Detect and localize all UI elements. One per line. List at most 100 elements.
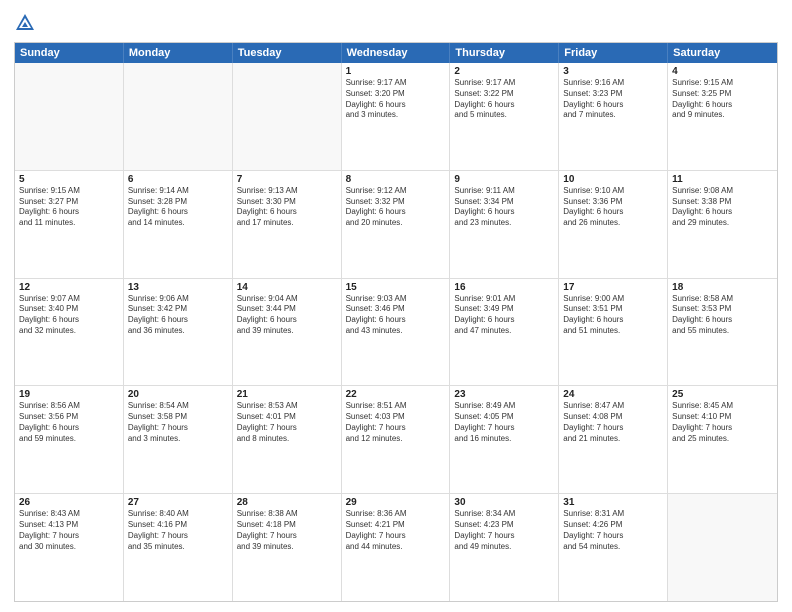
cell-text: Sunrise: 8:53 AMSunset: 4:01 PMDaylight:… <box>237 401 337 444</box>
cell-text: Sunrise: 8:56 AMSunset: 3:56 PMDaylight:… <box>19 401 119 444</box>
day-number: 13 <box>128 282 228 293</box>
calendar-cell: 6Sunrise: 9:14 AMSunset: 3:28 PMDaylight… <box>124 171 233 278</box>
logo <box>14 12 38 34</box>
calendar-cell: 27Sunrise: 8:40 AMSunset: 4:16 PMDayligh… <box>124 494 233 601</box>
calendar-cell: 30Sunrise: 8:34 AMSunset: 4:23 PMDayligh… <box>450 494 559 601</box>
calendar-cell: 3Sunrise: 9:16 AMSunset: 3:23 PMDaylight… <box>559 63 668 170</box>
day-number: 18 <box>672 282 773 293</box>
calendar-cell: 11Sunrise: 9:08 AMSunset: 3:38 PMDayligh… <box>668 171 777 278</box>
cell-text: Sunrise: 8:43 AMSunset: 4:13 PMDaylight:… <box>19 509 119 552</box>
calendar-cell: 10Sunrise: 9:10 AMSunset: 3:36 PMDayligh… <box>559 171 668 278</box>
calendar-cell: 23Sunrise: 8:49 AMSunset: 4:05 PMDayligh… <box>450 386 559 493</box>
cell-text: Sunrise: 9:03 AMSunset: 3:46 PMDaylight:… <box>346 294 446 337</box>
day-number: 1 <box>346 66 446 77</box>
cell-text: Sunrise: 8:45 AMSunset: 4:10 PMDaylight:… <box>672 401 773 444</box>
calendar-cell: 14Sunrise: 9:04 AMSunset: 3:44 PMDayligh… <box>233 279 342 386</box>
day-number: 20 <box>128 389 228 400</box>
calendar-cell: 4Sunrise: 9:15 AMSunset: 3:25 PMDaylight… <box>668 63 777 170</box>
calendar-cell: 25Sunrise: 8:45 AMSunset: 4:10 PMDayligh… <box>668 386 777 493</box>
day-number: 21 <box>237 389 337 400</box>
day-number: 14 <box>237 282 337 293</box>
calendar-cell: 2Sunrise: 9:17 AMSunset: 3:22 PMDaylight… <box>450 63 559 170</box>
day-number: 17 <box>563 282 663 293</box>
cell-text: Sunrise: 8:38 AMSunset: 4:18 PMDaylight:… <box>237 509 337 552</box>
day-number: 28 <box>237 497 337 508</box>
cell-text: Sunrise: 9:14 AMSunset: 3:28 PMDaylight:… <box>128 186 228 229</box>
calendar-week-3: 12Sunrise: 9:07 AMSunset: 3:40 PMDayligh… <box>15 279 777 387</box>
calendar-cell: 18Sunrise: 8:58 AMSunset: 3:53 PMDayligh… <box>668 279 777 386</box>
header-day-saturday: Saturday <box>668 43 777 63</box>
day-number: 31 <box>563 497 663 508</box>
day-number: 3 <box>563 66 663 77</box>
cell-text: Sunrise: 9:12 AMSunset: 3:32 PMDaylight:… <box>346 186 446 229</box>
day-number: 15 <box>346 282 446 293</box>
calendar-cell: 1Sunrise: 9:17 AMSunset: 3:20 PMDaylight… <box>342 63 451 170</box>
calendar-cell: 21Sunrise: 8:53 AMSunset: 4:01 PMDayligh… <box>233 386 342 493</box>
cell-text: Sunrise: 8:47 AMSunset: 4:08 PMDaylight:… <box>563 401 663 444</box>
calendar-cell: 9Sunrise: 9:11 AMSunset: 3:34 PMDaylight… <box>450 171 559 278</box>
day-number: 26 <box>19 497 119 508</box>
calendar-cell: 17Sunrise: 9:00 AMSunset: 3:51 PMDayligh… <box>559 279 668 386</box>
cell-text: Sunrise: 9:16 AMSunset: 3:23 PMDaylight:… <box>563 78 663 121</box>
cell-text: Sunrise: 9:04 AMSunset: 3:44 PMDaylight:… <box>237 294 337 337</box>
cell-text: Sunrise: 8:34 AMSunset: 4:23 PMDaylight:… <box>454 509 554 552</box>
calendar-cell: 7Sunrise: 9:13 AMSunset: 3:30 PMDaylight… <box>233 171 342 278</box>
header-day-monday: Monday <box>124 43 233 63</box>
cell-text: Sunrise: 8:40 AMSunset: 4:16 PMDaylight:… <box>128 509 228 552</box>
calendar-cell: 26Sunrise: 8:43 AMSunset: 4:13 PMDayligh… <box>15 494 124 601</box>
calendar-cell: 22Sunrise: 8:51 AMSunset: 4:03 PMDayligh… <box>342 386 451 493</box>
day-number: 22 <box>346 389 446 400</box>
header-day-thursday: Thursday <box>450 43 559 63</box>
header-day-tuesday: Tuesday <box>233 43 342 63</box>
calendar: SundayMondayTuesdayWednesdayThursdayFrid… <box>14 42 778 602</box>
cell-text: Sunrise: 8:49 AMSunset: 4:05 PMDaylight:… <box>454 401 554 444</box>
cell-text: Sunrise: 9:17 AMSunset: 3:22 PMDaylight:… <box>454 78 554 121</box>
day-number: 8 <box>346 174 446 185</box>
cell-text: Sunrise: 8:58 AMSunset: 3:53 PMDaylight:… <box>672 294 773 337</box>
day-number: 16 <box>454 282 554 293</box>
cell-text: Sunrise: 8:36 AMSunset: 4:21 PMDaylight:… <box>346 509 446 552</box>
day-number: 10 <box>563 174 663 185</box>
calendar-cell: 20Sunrise: 8:54 AMSunset: 3:58 PMDayligh… <box>124 386 233 493</box>
cell-text: Sunrise: 8:31 AMSunset: 4:26 PMDaylight:… <box>563 509 663 552</box>
calendar-cell: 13Sunrise: 9:06 AMSunset: 3:42 PMDayligh… <box>124 279 233 386</box>
calendar-cell: 31Sunrise: 8:31 AMSunset: 4:26 PMDayligh… <box>559 494 668 601</box>
calendar-cell: 16Sunrise: 9:01 AMSunset: 3:49 PMDayligh… <box>450 279 559 386</box>
cell-text: Sunrise: 9:06 AMSunset: 3:42 PMDaylight:… <box>128 294 228 337</box>
day-number: 11 <box>672 174 773 185</box>
header-day-friday: Friday <box>559 43 668 63</box>
day-number: 30 <box>454 497 554 508</box>
day-number: 9 <box>454 174 554 185</box>
logo-icon <box>14 12 36 34</box>
day-number: 25 <box>672 389 773 400</box>
calendar-cell <box>15 63 124 170</box>
header <box>14 12 778 34</box>
calendar-cell: 19Sunrise: 8:56 AMSunset: 3:56 PMDayligh… <box>15 386 124 493</box>
day-number: 4 <box>672 66 773 77</box>
day-number: 6 <box>128 174 228 185</box>
day-number: 7 <box>237 174 337 185</box>
cell-text: Sunrise: 9:17 AMSunset: 3:20 PMDaylight:… <box>346 78 446 121</box>
day-number: 12 <box>19 282 119 293</box>
cell-text: Sunrise: 9:15 AMSunset: 3:25 PMDaylight:… <box>672 78 773 121</box>
calendar-body: 1Sunrise: 9:17 AMSunset: 3:20 PMDaylight… <box>15 63 777 601</box>
cell-text: Sunrise: 9:15 AMSunset: 3:27 PMDaylight:… <box>19 186 119 229</box>
day-number: 27 <box>128 497 228 508</box>
cell-text: Sunrise: 9:07 AMSunset: 3:40 PMDaylight:… <box>19 294 119 337</box>
cell-text: Sunrise: 8:54 AMSunset: 3:58 PMDaylight:… <box>128 401 228 444</box>
header-day-wednesday: Wednesday <box>342 43 451 63</box>
calendar-cell: 12Sunrise: 9:07 AMSunset: 3:40 PMDayligh… <box>15 279 124 386</box>
calendar-week-2: 5Sunrise: 9:15 AMSunset: 3:27 PMDaylight… <box>15 171 777 279</box>
day-number: 2 <box>454 66 554 77</box>
day-number: 19 <box>19 389 119 400</box>
calendar-cell: 5Sunrise: 9:15 AMSunset: 3:27 PMDaylight… <box>15 171 124 278</box>
calendar-cell <box>668 494 777 601</box>
day-number: 23 <box>454 389 554 400</box>
page: SundayMondayTuesdayWednesdayThursdayFrid… <box>0 0 792 612</box>
calendar-cell: 29Sunrise: 8:36 AMSunset: 4:21 PMDayligh… <box>342 494 451 601</box>
cell-text: Sunrise: 9:01 AMSunset: 3:49 PMDaylight:… <box>454 294 554 337</box>
cell-text: Sunrise: 8:51 AMSunset: 4:03 PMDaylight:… <box>346 401 446 444</box>
calendar-cell: 8Sunrise: 9:12 AMSunset: 3:32 PMDaylight… <box>342 171 451 278</box>
calendar-cell: 28Sunrise: 8:38 AMSunset: 4:18 PMDayligh… <box>233 494 342 601</box>
calendar-cell <box>233 63 342 170</box>
